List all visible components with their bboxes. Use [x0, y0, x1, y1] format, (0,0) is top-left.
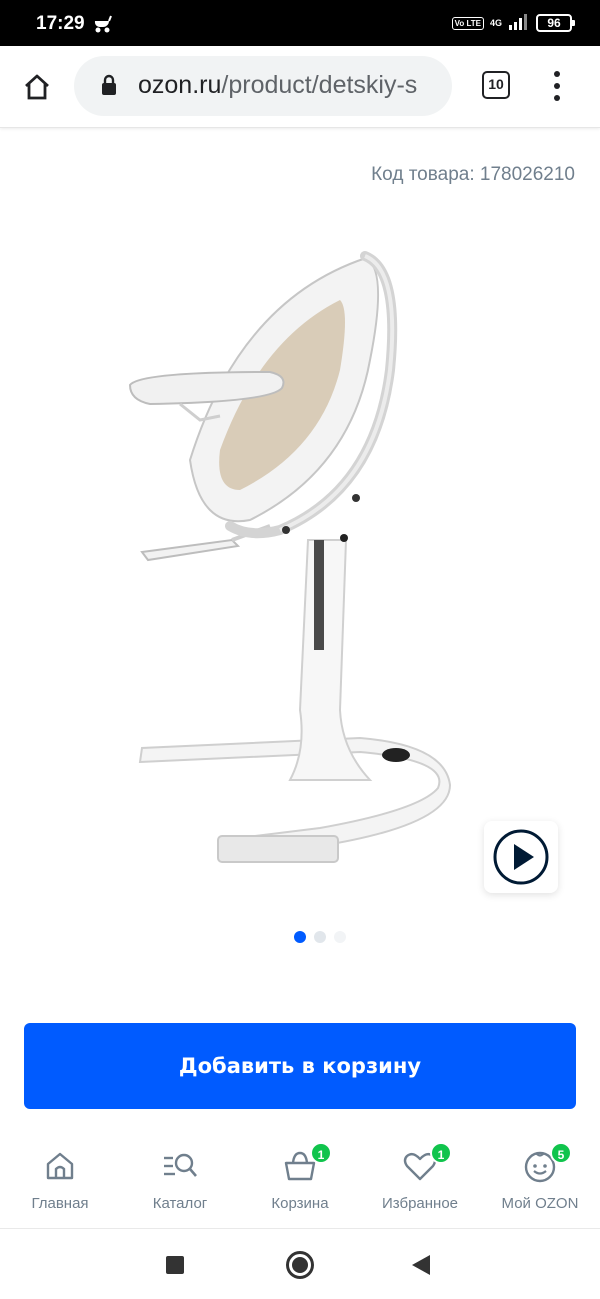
nav-label: Корзина [271, 1195, 329, 1212]
nav-item-profile[interactable]: 5 Мой OZON [480, 1130, 600, 1228]
product-code: Код товара: 178026210 [371, 164, 575, 185]
nav-item-cart[interactable]: 1 Корзина [240, 1130, 360, 1228]
url-text: ozon.ru/product/detskiy-s [138, 71, 417, 100]
system-navigation-bar [0, 1228, 600, 1299]
browser-toolbar: ozon.ru/product/detskiy-s 10 [0, 46, 600, 128]
nav-label: Избранное [381, 1195, 459, 1212]
home-button[interactable] [16, 66, 58, 108]
carousel-dot-3[interactable] [334, 931, 346, 943]
battery-icon: 96 [536, 14, 575, 32]
url-path: /product/detskiy-s [221, 71, 418, 99]
profile-badge: 5 [550, 1142, 572, 1164]
address-bar[interactable]: ozon.ru/product/detskiy-s [74, 56, 452, 116]
play-icon [493, 829, 549, 885]
tab-switcher-button[interactable]: 10 [482, 71, 510, 99]
url-domain: ozon.ru [138, 71, 222, 99]
nav-item-favorites[interactable]: 1 Избранное [360, 1130, 480, 1228]
add-to-cart-button[interactable]: Добавить в корзину [24, 1023, 576, 1109]
cart-badge: 1 [310, 1142, 332, 1164]
nav-label: Мой OZON [501, 1195, 579, 1212]
bottom-navigation: Главная Каталог 1 Корзина 1 Избранное 5 … [0, 1130, 600, 1228]
carousel-dot-1[interactable] [294, 931, 306, 943]
nav-item-catalog[interactable]: Каталог [120, 1130, 240, 1228]
volte-icon: Vo LTE [451, 16, 484, 30]
image-carousel-dots [294, 931, 346, 943]
lock-icon [100, 74, 118, 100]
nav-label: Каталог [152, 1195, 208, 1212]
video-play-button[interactable] [484, 821, 558, 893]
product-image[interactable] [120, 240, 460, 880]
signal-icon [508, 12, 530, 34]
status-time: 17:29 [36, 13, 85, 34]
favorites-badge: 1 [430, 1142, 452, 1164]
network-type: 4G [489, 17, 502, 28]
stroller-notification-icon [92, 12, 114, 38]
carousel-dot-2[interactable] [314, 931, 326, 943]
recents-button[interactable] [166, 1256, 184, 1274]
status-bar: 17:29 Vo LTE 4G 96 [0, 0, 600, 46]
status-indicators: Vo LTE 4G 96 [451, 12, 575, 34]
system-home-button[interactable] [286, 1251, 314, 1279]
back-button[interactable] [412, 1255, 430, 1275]
nav-item-home[interactable]: Главная [0, 1130, 120, 1228]
more-menu-icon[interactable] [545, 68, 569, 104]
home-icon [40, 1146, 80, 1186]
home-icon [25, 74, 49, 100]
nav-label: Главная [31, 1195, 89, 1212]
catalog-search-icon [160, 1146, 200, 1186]
